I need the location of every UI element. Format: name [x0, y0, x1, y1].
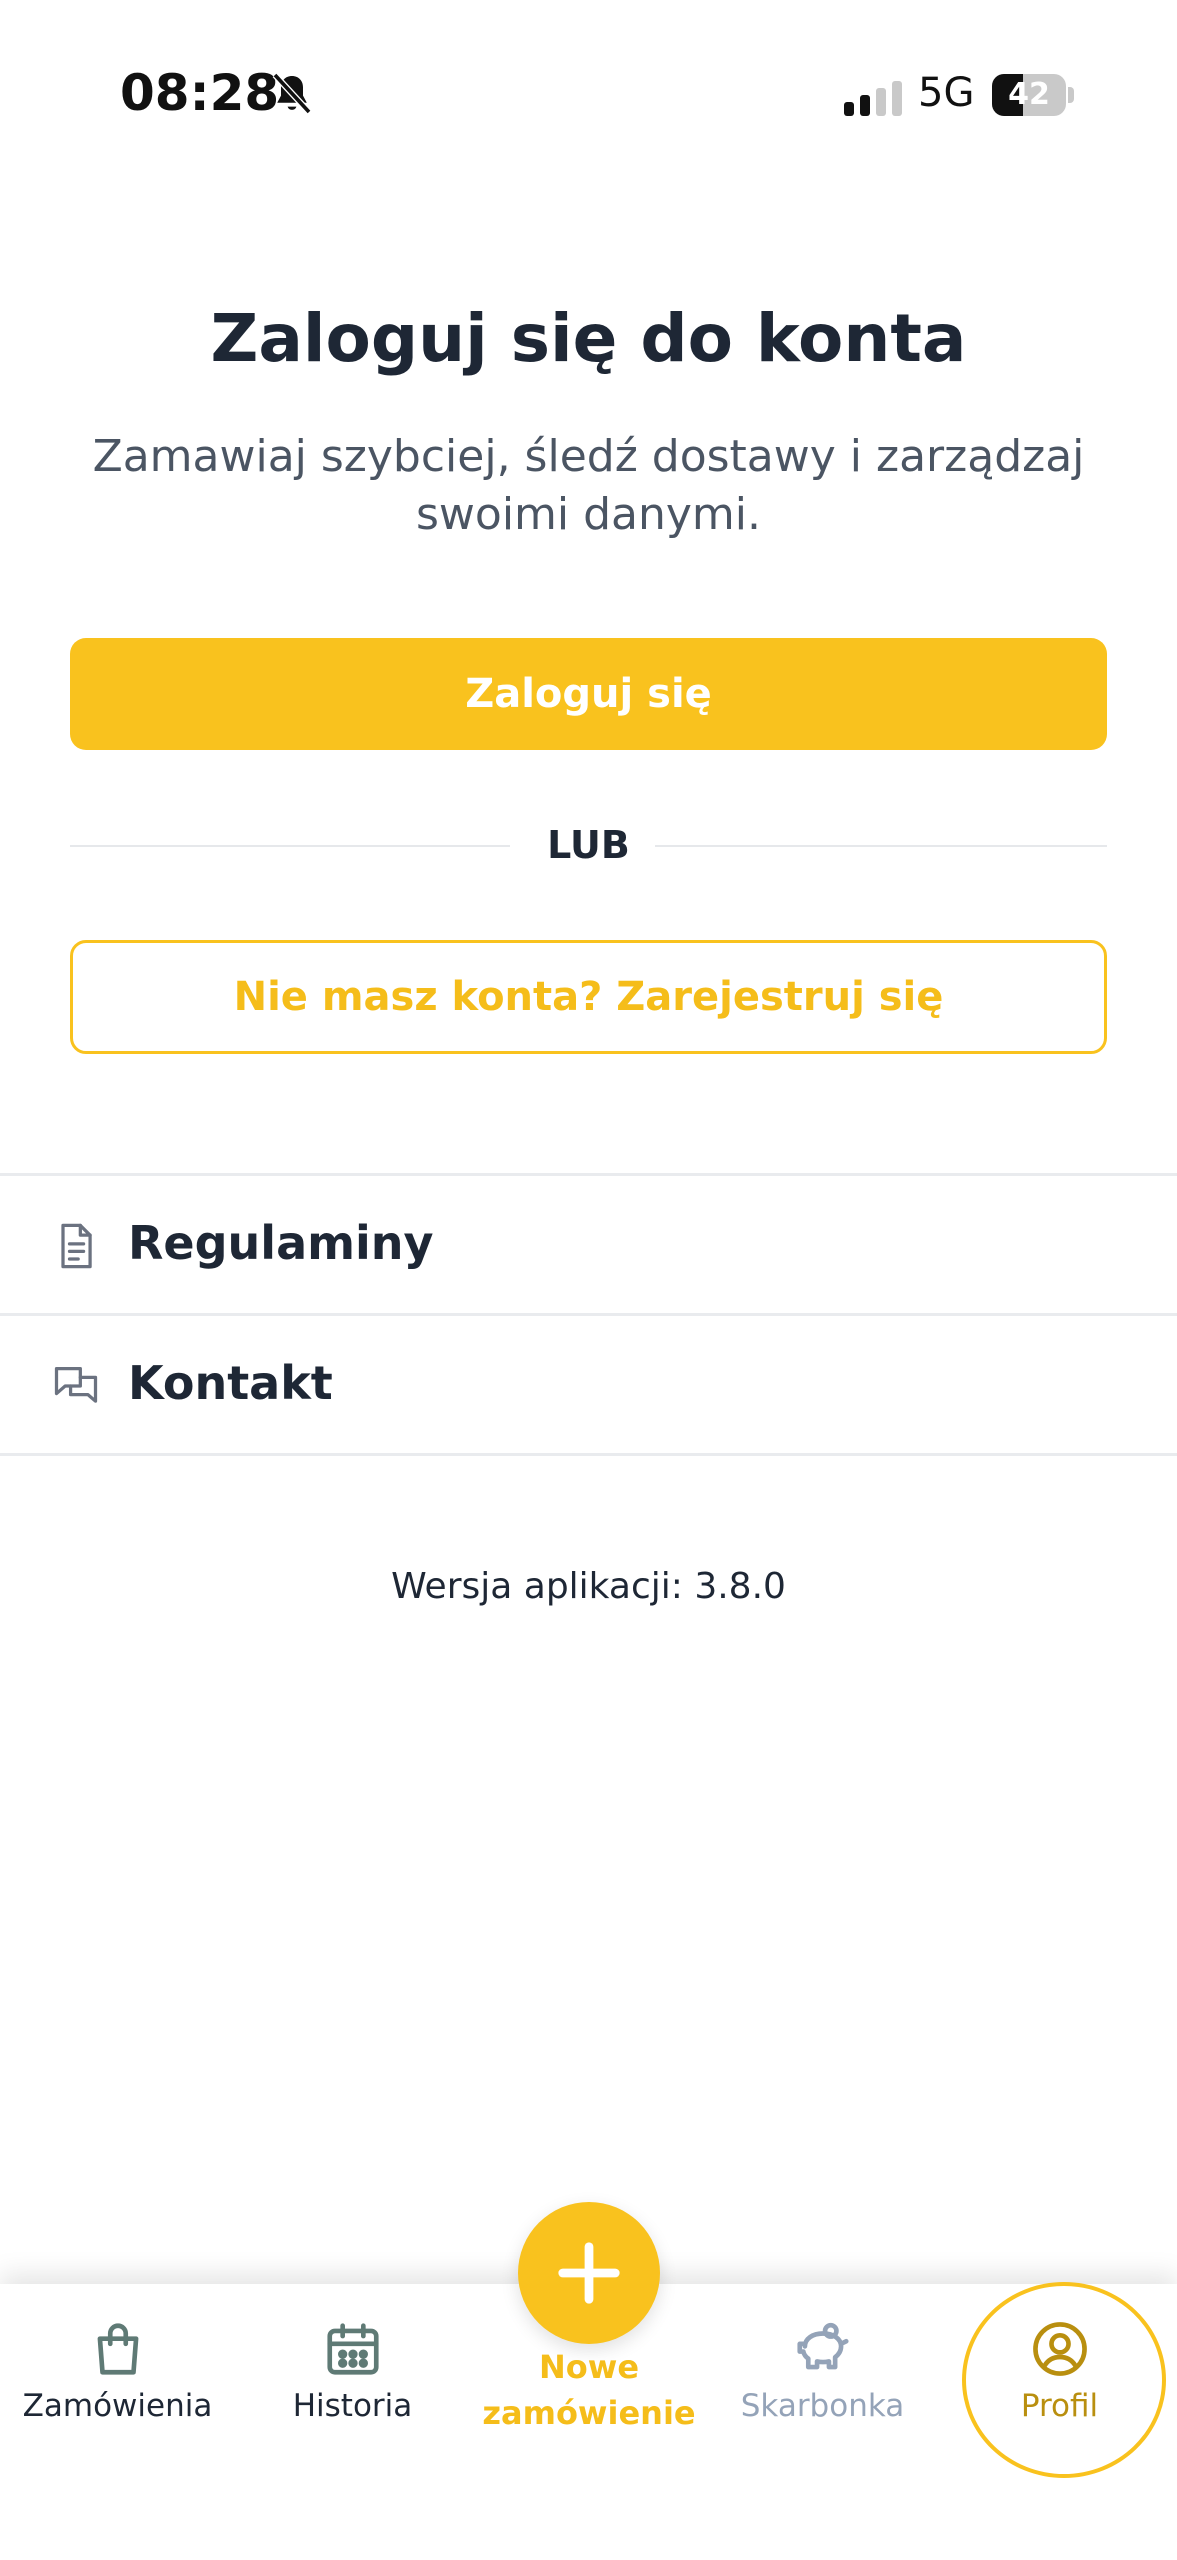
battery-icon: 42: [992, 74, 1074, 116]
menu-item-kontakt[interactable]: Kontakt: [0, 1313, 1177, 1456]
tab-historia[interactable]: Historia: [235, 2284, 470, 2560]
tab-skarbonka[interactable]: Skarbonka: [705, 2284, 940, 2560]
tab-zamowienia[interactable]: Zamówienia: [0, 2284, 235, 2560]
page-title: Zaloguj się do konta: [210, 300, 967, 377]
tab-label: Historia: [292, 2388, 413, 2424]
plus-icon: [558, 2242, 620, 2304]
document-icon: [61, 1223, 92, 1269]
tab-label: Skarbonka: [740, 2388, 905, 2424]
page-subtitle: Zamawiaj szybciej, śledź dostawy i zarzą…: [92, 431, 1085, 540]
bell-muted-icon: [272, 72, 312, 115]
status-time: 08:28: [120, 64, 280, 122]
signal-icon: [844, 81, 902, 116]
new-order-button[interactable]: [518, 2202, 660, 2344]
or-label: LUB: [547, 823, 630, 867]
piggy-bank-icon: [797, 2322, 849, 2370]
menu-item-label: Regulaminy: [128, 1216, 434, 1270]
menu-item-label: Kontakt: [128, 1356, 333, 1410]
tab-label: Zamówienia: [22, 2388, 213, 2424]
chat-icon: [54, 1367, 98, 1403]
menu-item-regulaminy[interactable]: Regulaminy: [0, 1173, 1177, 1313]
info-menu: Regulaminy Kontakt: [0, 1173, 1177, 1456]
calendar-icon: [327, 2323, 379, 2375]
network-type: 5G: [918, 70, 975, 116]
register-button[interactable]: Nie masz konta? Zarejestruj się: [70, 940, 1107, 1054]
app-version: Wersja aplikacji: 3.8.0: [391, 1566, 786, 1607]
shopping-bag-icon: [97, 2323, 139, 2375]
battery-level: 42: [1008, 77, 1050, 112]
active-tab-indicator: [962, 2282, 1166, 2478]
or-divider: LUB: [70, 820, 1107, 870]
login-button[interactable]: Zaloguj się: [70, 638, 1107, 750]
status-bar: 08:28 5G 42: [0, 0, 1177, 190]
new-order-label[interactable]: Nowe zamówienie: [460, 2344, 718, 2436]
